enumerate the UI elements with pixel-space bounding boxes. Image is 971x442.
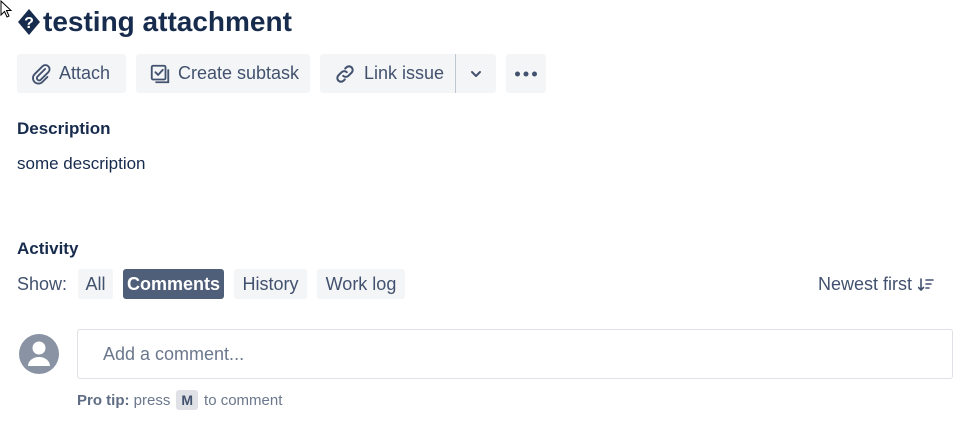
- filter-work-log-button[interactable]: Work log: [317, 269, 405, 299]
- attach-button[interactable]: Attach: [17, 54, 126, 93]
- more-actions-button[interactable]: [506, 54, 546, 93]
- add-comment-input[interactable]: Add a comment...: [77, 329, 953, 379]
- description-heading: Description: [17, 119, 111, 138]
- link-issue-label: Link issue: [364, 63, 445, 83]
- mouse-cursor-icon: [0, 0, 13, 18]
- more-icon: [515, 71, 537, 76]
- create-subtask-button[interactable]: Create subtask: [136, 54, 310, 93]
- activity-filter-row: Show: All Comments History Work log Newe…: [17, 269, 947, 299]
- unknown-glyph-icon: ?: [18, 9, 40, 35]
- shortcut-key: M: [176, 390, 199, 410]
- filter-all-button[interactable]: All: [78, 269, 113, 299]
- show-label: Show:: [17, 274, 68, 294]
- filter-comments-button[interactable]: Comments: [123, 269, 224, 299]
- pro-tip-press: press: [133, 391, 171, 409]
- filter-history-button[interactable]: History: [234, 269, 307, 299]
- sort-order-button[interactable]: Newest first: [818, 274, 934, 295]
- svg-text:?: ?: [24, 15, 34, 32]
- attach-label: Attach: [59, 63, 111, 83]
- sort-icon: [918, 277, 934, 291]
- link-issue-button[interactable]: Link issue: [320, 54, 455, 93]
- paperclip-icon: [32, 63, 51, 84]
- description-text[interactable]: some description: [17, 154, 146, 174]
- chevron-down-icon: [471, 70, 481, 77]
- issue-title-text: testing attachment: [43, 6, 292, 37]
- avatar-icon: [19, 334, 59, 374]
- activity-heading: Activity: [17, 239, 79, 258]
- sort-label: Newest first: [818, 274, 913, 294]
- issue-title: ? testing attachment: [17, 4, 292, 40]
- pro-tip-label: Pro tip:: [77, 391, 130, 409]
- create-subtask-label: Create subtask: [178, 63, 300, 83]
- pro-tip-rest: to comment: [204, 391, 283, 409]
- pro-tip: Pro tip: press Mto comment: [77, 390, 282, 410]
- subtask-icon: [150, 64, 170, 83]
- link-icon: [336, 64, 354, 83]
- link-issue-dropdown-button[interactable]: [456, 54, 496, 93]
